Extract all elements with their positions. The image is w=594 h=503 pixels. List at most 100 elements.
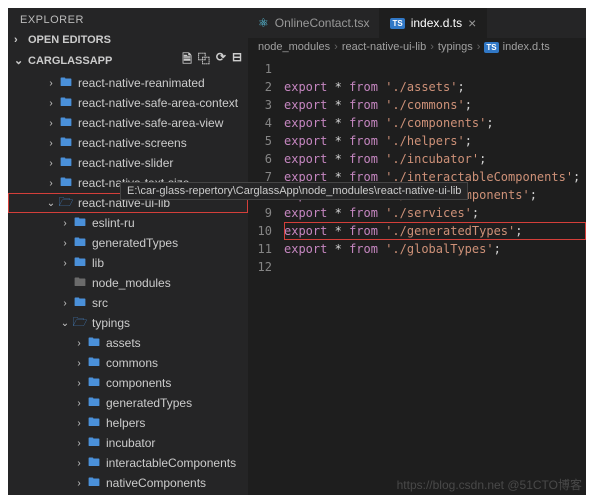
code-line[interactable] bbox=[284, 258, 586, 276]
tree-item[interactable]: ⌄🗁typings bbox=[8, 313, 248, 333]
tree-item[interactable]: ›🖿lib bbox=[8, 253, 248, 273]
code-line[interactable]: export * from './globalTypes'; bbox=[284, 240, 586, 258]
chevron-icon: ⌄ bbox=[44, 198, 58, 209]
collapse-all-icon[interactable]: ⊟ bbox=[232, 50, 242, 71]
file-tree[interactable]: ›🖿react-native-reanimated›🖿react-native-… bbox=[8, 73, 248, 495]
code-line[interactable]: export * from './helpers'; bbox=[284, 132, 586, 150]
breadcrumb[interactable]: node_modules›react-native-ui-lib›typings… bbox=[248, 38, 586, 56]
app-frame: EXPLORER › OPEN EDITORS ⌄ CARGLASSAPP 🗎 … bbox=[0, 0, 594, 503]
folder-icon: 🖿 bbox=[72, 293, 88, 314]
tree-item-label: generatedTypes bbox=[106, 396, 192, 410]
tree-item[interactable]: ›🖿 react-native-slider bbox=[8, 153, 248, 173]
tree-item-label: components bbox=[106, 376, 171, 390]
folder-icon: 🖿 bbox=[72, 213, 88, 234]
tree-item-label: assets bbox=[106, 336, 141, 350]
code-line[interactable]: export * from './generatedTypes'; bbox=[284, 222, 586, 240]
chevron-icon: › bbox=[58, 298, 72, 309]
close-icon[interactable]: × bbox=[468, 15, 476, 31]
chevron-right-icon: › bbox=[430, 41, 434, 53]
tree-item[interactable]: ›🖿 helpers bbox=[8, 413, 248, 433]
tab-index-dts[interactable]: TS index.d.ts × bbox=[380, 8, 487, 38]
chevron-icon: ⌄ bbox=[58, 318, 72, 329]
chevron-icon: › bbox=[44, 98, 58, 109]
line-gutter: 123456789101112 bbox=[248, 60, 284, 495]
folder-icon: 🖿 bbox=[86, 413, 102, 434]
code-lines[interactable]: export * from './assets';export * from '… bbox=[284, 60, 586, 495]
tree-item[interactable]: ›🖿eslint-ru bbox=[8, 213, 248, 233]
tree-item[interactable]: ›🖿react-native-reanimated bbox=[8, 73, 248, 93]
folder-icon: 🖿 bbox=[86, 453, 102, 474]
tree-item[interactable]: ›🖿interactableComponents bbox=[8, 453, 248, 473]
explorer-actions: 🗎 ⿻ ⟳ ⊟ bbox=[182, 50, 242, 71]
refresh-icon[interactable]: ⟳ bbox=[216, 50, 226, 71]
tree-item-label: node_modules bbox=[92, 276, 171, 290]
chevron-icon: › bbox=[44, 138, 58, 149]
folder-open-icon: 🗁 bbox=[58, 193, 74, 214]
tree-item[interactable]: ›🖿 generatedTypes bbox=[8, 393, 248, 413]
new-file-icon[interactable]: 🗎 bbox=[182, 50, 192, 71]
tree-item[interactable]: 🖿node_modules bbox=[8, 273, 248, 293]
ts-icon: TS bbox=[390, 18, 404, 29]
tree-item[interactable]: ›🖿assets bbox=[8, 333, 248, 353]
ts-icon: TS bbox=[484, 42, 498, 53]
chevron-icon: › bbox=[72, 478, 86, 489]
breadcrumb-current: index.d.ts bbox=[503, 41, 550, 53]
folder-icon: 🖿 bbox=[86, 373, 102, 394]
code-line[interactable]: export * from './incubator'; bbox=[284, 150, 586, 168]
tree-item[interactable]: ›🖿commons bbox=[8, 353, 248, 373]
breadcrumb-segment[interactable]: react-native-ui-lib bbox=[342, 41, 426, 53]
code-line[interactable]: export * from './assets'; bbox=[284, 78, 586, 96]
tree-item-label: incubator bbox=[106, 436, 155, 450]
folder-icon: 🖿 bbox=[58, 153, 74, 174]
tree-item[interactable]: ›🖿src bbox=[8, 293, 248, 313]
tab-onlinecontact[interactable]: ⚛ OnlineContact.tsx bbox=[248, 8, 380, 38]
tree-item-label: react-native-safe-area-context bbox=[78, 96, 238, 110]
chevron-icon: › bbox=[44, 178, 58, 189]
code-editor[interactable]: 123456789101112 export * from './assets'… bbox=[248, 56, 586, 495]
vscode-window: EXPLORER › OPEN EDITORS ⌄ CARGLASSAPP 🗎 … bbox=[8, 8, 586, 495]
tree-item-label: lib bbox=[92, 256, 104, 270]
tree-item[interactable]: ›🖿incubator bbox=[8, 433, 248, 453]
chevron-icon: › bbox=[72, 338, 86, 349]
new-folder-icon[interactable]: ⿻ bbox=[198, 50, 210, 71]
open-editors-section[interactable]: › OPEN EDITORS bbox=[8, 32, 248, 48]
tree-item[interactable]: ›🖿react-native-safe-area-view bbox=[8, 113, 248, 133]
project-label: CARGLASSAPP bbox=[28, 55, 112, 67]
chevron-icon: › bbox=[72, 398, 86, 409]
tree-item-label: helpers bbox=[106, 416, 145, 430]
editor-area: ⚛ OnlineContact.tsx TS index.d.ts × node… bbox=[248, 8, 586, 495]
tree-item-label: react-native-safe-area-view bbox=[78, 116, 223, 130]
folder-icon: 🖿 bbox=[86, 353, 102, 374]
code-line[interactable] bbox=[284, 60, 586, 78]
chevron-icon: › bbox=[58, 218, 72, 229]
chevron-icon: › bbox=[58, 258, 72, 269]
tree-item[interactable]: ›🖿generatedTypes bbox=[8, 233, 248, 253]
tree-item[interactable]: ›🖿react-native-safe-area-context bbox=[8, 93, 248, 113]
code-line[interactable]: export * from './services'; bbox=[284, 204, 586, 222]
folder-icon: 🖿 bbox=[58, 133, 74, 154]
chevron-icon: › bbox=[72, 438, 86, 449]
watermark: https://blog.csdn.net @51CTO博客 bbox=[397, 476, 582, 493]
explorer-title: EXPLORER bbox=[8, 8, 248, 32]
tree-item-label: react-native-slider bbox=[78, 156, 173, 170]
tree-item[interactable]: ›🖿nativeComponents bbox=[8, 473, 248, 493]
editor-tabs: ⚛ OnlineContact.tsx TS index.d.ts × bbox=[248, 8, 586, 38]
chevron-down-icon: ⌄ bbox=[14, 54, 24, 67]
folder-icon: 🖿 bbox=[86, 493, 102, 496]
open-editors-label: OPEN EDITORS bbox=[28, 34, 111, 46]
chevron-icon: › bbox=[44, 158, 58, 169]
project-section[interactable]: ⌄ CARGLASSAPP 🗎 ⿻ ⟳ ⊟ bbox=[8, 48, 248, 73]
chevron-icon: › bbox=[44, 78, 58, 89]
tree-item[interactable]: ›🖿services bbox=[8, 493, 248, 495]
path-tooltip: E:\car-glass-repertory\CarglassApp\node_… bbox=[120, 182, 468, 200]
breadcrumb-segment[interactable]: typings bbox=[438, 41, 473, 53]
code-line[interactable]: export * from './components'; bbox=[284, 114, 586, 132]
folder-icon: 🖿 bbox=[72, 233, 88, 254]
tree-item-label: commons bbox=[106, 356, 158, 370]
folder-icon: 🖿 bbox=[86, 393, 102, 414]
tree-item[interactable]: ›🖿react-native-screens bbox=[8, 133, 248, 153]
code-line[interactable]: export * from './commons'; bbox=[284, 96, 586, 114]
tree-item[interactable]: ›🖿components bbox=[8, 373, 248, 393]
breadcrumb-segment[interactable]: node_modules bbox=[258, 41, 330, 53]
chevron-icon: › bbox=[72, 418, 86, 429]
